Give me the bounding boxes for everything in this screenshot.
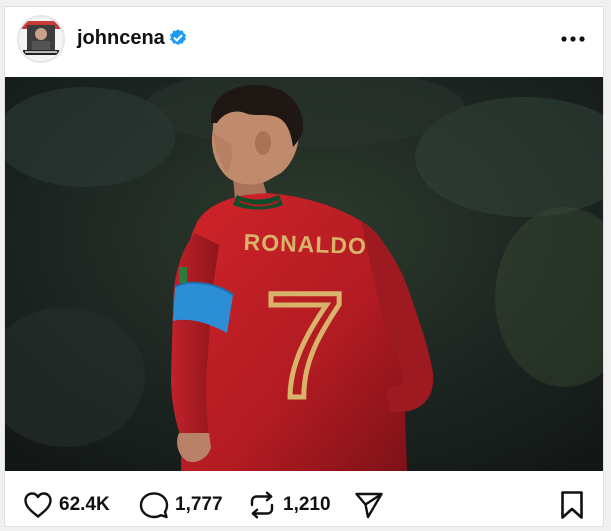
post-header: johncena: [5, 7, 603, 71]
post-card: johncena RONALDO 7 62.4K 1,777 1,210: [4, 6, 604, 527]
comment-button[interactable]: 1,777: [139, 491, 223, 519]
repost-button[interactable]: 1,210: [247, 491, 331, 519]
post-photo[interactable]: RONALDO 7: [5, 77, 603, 471]
like-button[interactable]: 62.4K: [23, 491, 110, 519]
jersey-number: 7: [263, 261, 346, 429]
like-count: 62.4K: [59, 494, 110, 515]
action-bar: 62.4K 1,777 1,210: [5, 477, 603, 526]
save-button[interactable]: [559, 491, 585, 519]
share-button[interactable]: [354, 491, 384, 519]
username[interactable]: johncena: [77, 27, 165, 50]
more-options-icon[interactable]: [559, 29, 587, 49]
comment-count: 1,777: [175, 494, 223, 515]
repost-count: 1,210: [283, 494, 331, 515]
player-photo: RONALDO 7: [5, 77, 603, 471]
bookmark-icon: [561, 491, 583, 519]
comment-bubble-icon: [139, 492, 169, 519]
jersey-name: RONALDO: [243, 229, 367, 259]
heart-icon: [24, 492, 52, 518]
avatar-image: [19, 17, 63, 61]
avatar[interactable]: [17, 15, 65, 63]
verified-badge-icon: [170, 29, 186, 46]
repost-arrows-icon: [250, 491, 274, 519]
paper-plane-icon: [355, 492, 383, 519]
